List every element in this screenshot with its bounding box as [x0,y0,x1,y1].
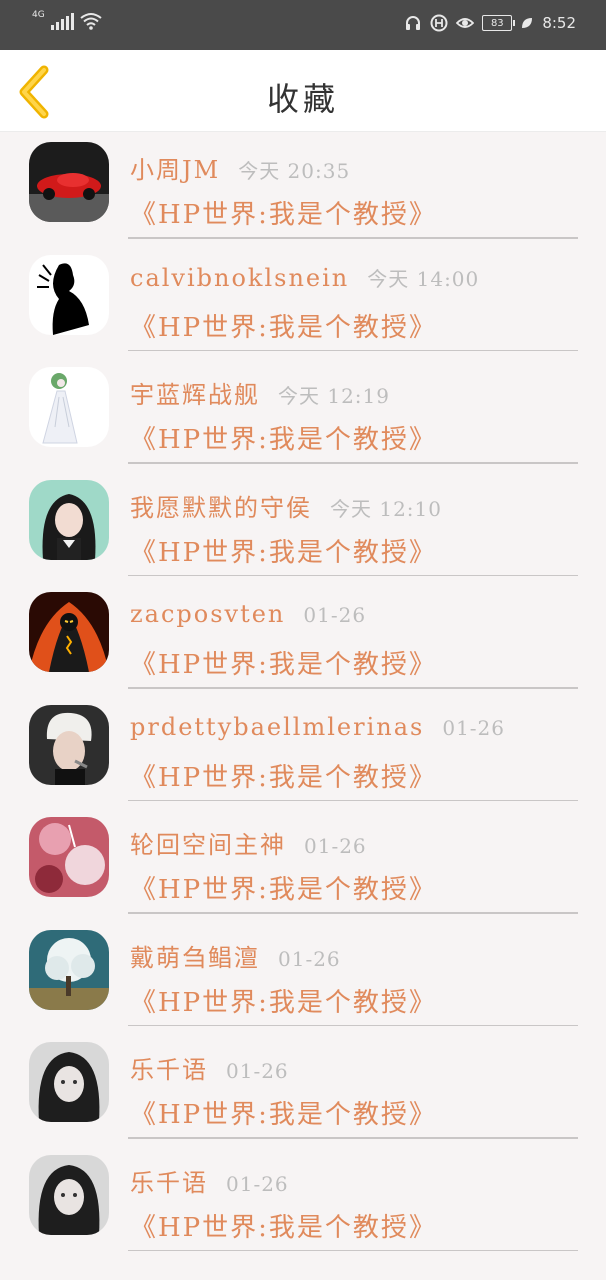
gardevoir-avatar-icon [29,367,109,447]
pink-art-avatar-icon [29,817,109,897]
avatar[interactable] [29,817,109,897]
eye-comfort-icon [456,18,475,28]
user-name[interactable]: calvibnoklsnein [130,264,349,292]
user-name[interactable]: 轮回空间主神 [130,825,286,860]
user-name[interactable]: 乐千语 [130,1163,208,1198]
user-name[interactable]: prdettybaellmlerinas [130,713,424,741]
data-saver-icon [430,14,448,32]
book-title[interactable]: 《HP世界:我是个教授》 [130,419,437,456]
user-name[interactable]: 我愿默默的守侯 [130,488,312,523]
divider [128,349,578,351]
clock: 8:52 [542,14,576,32]
book-title[interactable]: 《HP世界:我是个教授》 [130,532,437,569]
timestamp: 01-26 [226,1171,289,1196]
favorite-item[interactable]: 我愿默默的守侯 今天 12:10 《HP世界:我是个教授》 [0,470,606,583]
timestamp: 今天 14:00 [367,266,480,291]
white-hair-man-avatar-icon [29,704,109,785]
fire-figure-avatar-icon [29,592,109,672]
book-title[interactable]: 《HP世界:我是个教授》 [130,869,437,906]
timestamp: 01-26 [303,603,367,627]
avatar[interactable] [29,367,109,447]
white-tree-avatar-icon [29,929,109,1010]
timestamp: 今天 12:10 [330,496,442,521]
avatar[interactable] [29,479,109,560]
book-title[interactable]: 《HP世界:我是个教授》 [130,1094,437,1131]
divider [128,462,578,464]
favorite-item[interactable]: calvibnoklsnein 今天 14:00 《HP世界:我是个教授》 [0,245,606,358]
favorite-item[interactable]: 乐千语 01-26 《HP世界:我是个教授》 [0,1145,606,1258]
book-title[interactable]: 《HP世界:我是个教授》 [130,1207,437,1244]
page-title: 收藏 [266,80,339,118]
avatar[interactable] [29,1042,109,1122]
book-title[interactable]: 《HP世界:我是个教授》 [130,644,437,681]
status-bar: 4G 83 8:52 [0,0,606,50]
user-name[interactable]: 宇蓝辉战舰 [130,375,260,410]
favorite-item[interactable]: zacposvten 01-26 《HP世界:我是个教授》 [0,582,606,695]
user-name[interactable]: zacposvten [130,600,285,628]
divider [128,687,578,689]
girl-avatar-icon [29,479,109,560]
divider [128,237,578,239]
divider [128,1137,578,1139]
divider [128,1249,578,1251]
user-name[interactable]: 戴萌刍鲳澶 [130,938,260,973]
battery-icon: 83 [482,15,516,31]
favorites-list: 小周JM 今天 20:35 《HP世界:我是个教授》 calvibnoklsne… [0,132,606,1257]
divider [128,912,578,914]
network-type: 4G [32,10,45,20]
avatar[interactable] [29,929,109,1010]
favorite-item[interactable]: 轮回空间主神 01-26 《HP世界:我是个教授》 [0,807,606,920]
timestamp: 今天 12:19 [278,384,390,408]
user-name[interactable]: 小周JM [130,150,220,185]
silhouette-avatar-icon [29,254,109,335]
timestamp: 今天 20:35 [238,159,351,183]
divider [128,799,578,801]
signal-icon [50,13,74,30]
headphones-icon [406,16,421,30]
book-title[interactable]: 《HP世界:我是个教授》 [130,194,437,231]
red-car-avatar-icon [29,142,109,222]
avatar[interactable] [29,1154,109,1235]
avatar[interactable] [29,592,109,672]
divider [128,574,578,576]
dark-hair-girl-avatar-icon [29,1154,109,1235]
book-title[interactable]: 《HP世界:我是个教授》 [130,757,437,794]
wifi-icon [80,13,102,30]
dark-hair-girl-avatar-icon [29,1042,109,1122]
favorite-item[interactable]: 小周JM 今天 20:35 《HP世界:我是个教授》 [0,132,606,245]
favorite-item[interactable]: 宇蓝辉战舰 今天 12:19 《HP世界:我是个教授》 [0,357,606,470]
header: 收藏 [0,50,606,132]
avatar[interactable] [29,254,109,335]
timestamp: 01-26 [442,715,505,740]
user-name[interactable]: 乐千语 [130,1050,208,1085]
leaf-icon [522,18,533,28]
divider [128,1024,578,1026]
battery-level: 83 [490,17,504,29]
book-title[interactable]: 《HP世界:我是个教授》 [130,982,437,1019]
favorite-item[interactable]: prdettybaellmlerinas 01-26 《HP世界:我是个教授》 [0,695,606,808]
book-title[interactable]: 《HP世界:我是个教授》 [130,307,437,344]
favorite-item[interactable]: 戴萌刍鲳澶 01-26 《HP世界:我是个教授》 [0,920,606,1033]
favorite-item[interactable]: 乐千语 01-26 《HP世界:我是个教授》 [0,1032,606,1145]
timestamp: 01-26 [226,1059,289,1083]
timestamp: 01-26 [278,946,341,971]
avatar[interactable] [29,704,109,785]
avatar[interactable] [29,142,109,222]
timestamp: 01-26 [304,834,367,858]
